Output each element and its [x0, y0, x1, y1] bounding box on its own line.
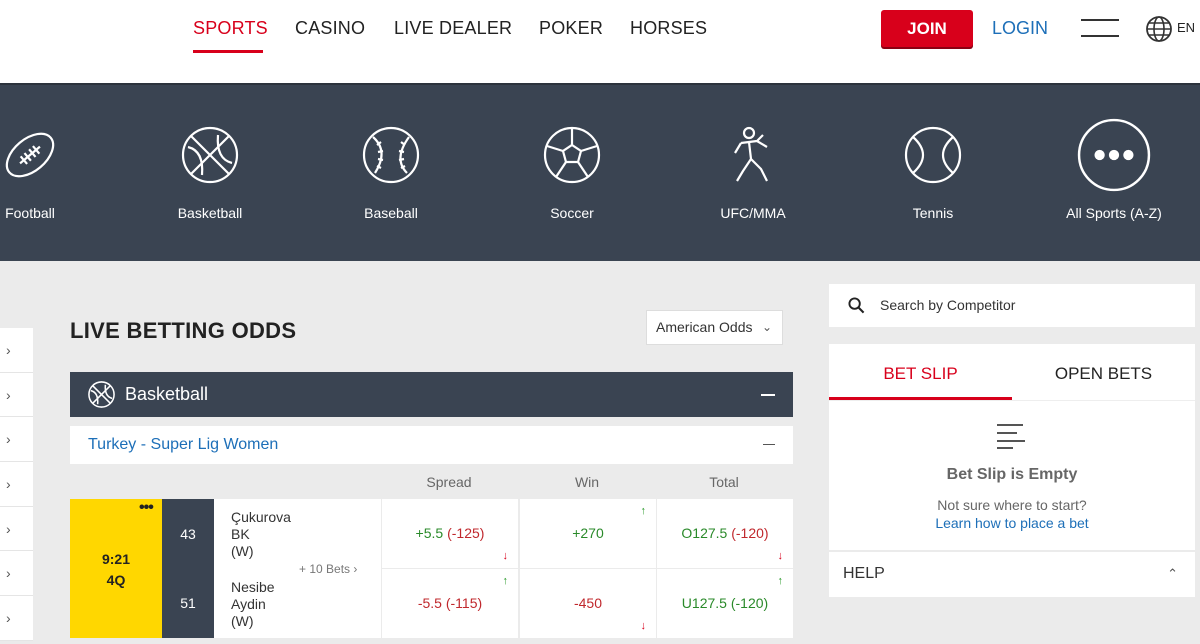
tab-open-bets[interactable]: OPEN BETS [1012, 364, 1195, 384]
tennis-icon [904, 126, 962, 184]
tab-divider [829, 400, 1195, 401]
soccer-icon [543, 126, 601, 184]
odds-format-value: American Odds [656, 319, 753, 335]
collapse-icon[interactable] [763, 444, 775, 445]
sport-label: UFC/MMA [720, 205, 786, 221]
clock-time: 9:21 [101, 551, 131, 567]
team2-name: Nesibe Aydin (W) [231, 579, 275, 629]
sport-baseball[interactable]: Baseball [316, 125, 466, 221]
competitor-search[interactable]: Search by Competitor [829, 284, 1195, 327]
odds-up-arrow-icon: ↑ [640, 505, 647, 517]
join-button[interactable]: JOIN [881, 10, 973, 47]
help-section[interactable]: HELP ⌃ [829, 552, 1195, 597]
tab-bet-slip[interactable]: BET SLIP [829, 364, 1012, 384]
sport-label: Tennis [912, 205, 954, 221]
league-header[interactable]: Turkey - Super Lig Women [70, 426, 793, 464]
odds-spread-team1[interactable]: +5.5 (-125) ↓ [382, 499, 518, 568]
sport-basketball[interactable]: Basketball [135, 125, 285, 221]
sport-all[interactable]: All Sports (A-Z) [1039, 118, 1189, 221]
teams-box: Çukurova BK (W) Nesibe Aydin (W) + 10 Be… [214, 499, 381, 638]
league-name[interactable]: Turkey - Super Lig Women [88, 436, 278, 454]
odds-down-arrow-icon: ↓ [640, 620, 647, 632]
help-label: HELP [843, 565, 885, 582]
learn-how-link[interactable]: Learn how to place a bet [829, 515, 1195, 531]
sport-soccer[interactable]: Soccer [497, 125, 647, 221]
more-options-icon[interactable]: ••• [139, 499, 154, 517]
team1-score: 43 [180, 526, 196, 542]
bet-slip-empty-title: Bet Slip is Empty [946, 466, 1078, 483]
sport-label: All Sports (A-Z) [1066, 205, 1162, 221]
odds-up-arrow-icon: ↑ [502, 575, 509, 587]
bet-slip-empty-subtitle: Not sure where to start? [937, 497, 1087, 513]
collapse-icon[interactable] [761, 394, 775, 396]
bet-slip-lines-icon [997, 424, 1027, 449]
team1-name: Çukurova BK (W) [231, 509, 291, 559]
rail-item[interactable]: › [0, 596, 33, 641]
rail-item[interactable]: › [0, 551, 33, 597]
tab-active-underline [829, 397, 1012, 400]
sport-label: Baseball [364, 205, 418, 221]
score-box: 43 51 [162, 499, 214, 638]
sport-label: Football [5, 205, 55, 221]
sport-label: Soccer [550, 205, 594, 221]
chevron-down-icon: ⌄ [761, 320, 772, 334]
search-input[interactable]: Search by Competitor [880, 297, 1015, 313]
sport-tennis[interactable]: Tennis [858, 125, 1008, 221]
nav-live-dealer[interactable]: LIVE DEALER [394, 18, 512, 39]
menu-icon[interactable] [1081, 19, 1119, 37]
nav-poker[interactable]: POKER [539, 18, 603, 39]
login-link[interactable]: LOGIN [992, 18, 1048, 39]
odds-format-select[interactable]: American Odds ⌄ [646, 310, 783, 345]
rail-item[interactable]: › [0, 462, 33, 507]
odds-up-arrow-icon: ↑ [777, 575, 784, 587]
search-icon [848, 297, 865, 314]
column-header-total: Total [709, 474, 739, 490]
column-header-win: Win [574, 474, 600, 490]
fighter-icon [734, 126, 768, 182]
globe-icon[interactable] [1145, 15, 1173, 43]
odds-down-arrow-icon: ↓ [777, 550, 784, 562]
chevron-up-icon[interactable]: ⌃ [1167, 566, 1178, 582]
rail-item[interactable]: › [0, 417, 33, 463]
bet-slip-panel: BET SLIP OPEN BETS Bet Slip is Empty Not… [829, 344, 1195, 550]
more-bets-link[interactable]: + 10 Bets › [299, 562, 357, 576]
sport-section-title: Basketball [125, 384, 209, 404]
sport-section-header[interactable]: Basketball [70, 372, 793, 417]
more-dots-icon [1077, 118, 1151, 192]
column-header-spread: Spread [426, 474, 472, 490]
sport-label: Basketball [177, 205, 243, 221]
game-clock: 9:21 4Q [70, 549, 162, 591]
basketball-icon [88, 381, 115, 408]
top-nav: SPORTS CASINO LIVE DEALER POKER HORSES J… [0, 0, 1200, 83]
odds-win-team1[interactable]: +270 ↑ [520, 499, 656, 568]
game-period: 4Q [106, 572, 126, 588]
game-clock-box: ••• 9:21 4Q [70, 499, 162, 638]
basketball-icon [181, 126, 239, 184]
team2-score: 51 [180, 595, 196, 611]
nav-sports[interactable]: SPORTS [193, 18, 268, 39]
odds-down-arrow-icon: ↓ [502, 550, 509, 562]
odds-total-under[interactable]: U127.5 (-120) ↑ [657, 569, 793, 638]
odds-spread-team2[interactable]: -5.5 (-115) ↑ [382, 569, 518, 638]
page-title: LIVE BETTING ODDS [70, 318, 297, 343]
odds-win-team2[interactable]: -450 ↓ [520, 569, 656, 638]
sports-bar: Football Basketball Baseball Soccer UFC/… [0, 83, 1200, 261]
sport-ufc-mma[interactable]: UFC/MMA [678, 125, 828, 221]
language-label[interactable]: EN [1177, 20, 1195, 35]
nav-active-underline [193, 50, 263, 53]
football-icon [5, 132, 55, 178]
baseball-icon [362, 126, 420, 184]
rail-item[interactable]: › [0, 328, 33, 373]
sport-football[interactable]: Football [0, 125, 105, 221]
left-rail: › › › › › › › [0, 328, 33, 641]
rail-item[interactable]: › [0, 506, 33, 552]
nav-horses[interactable]: HORSES [630, 18, 707, 39]
rail-item[interactable]: › [0, 372, 33, 418]
odds-total-over[interactable]: O127.5 (-120) ↓ [657, 499, 793, 568]
nav-casino[interactable]: CASINO [295, 18, 365, 39]
